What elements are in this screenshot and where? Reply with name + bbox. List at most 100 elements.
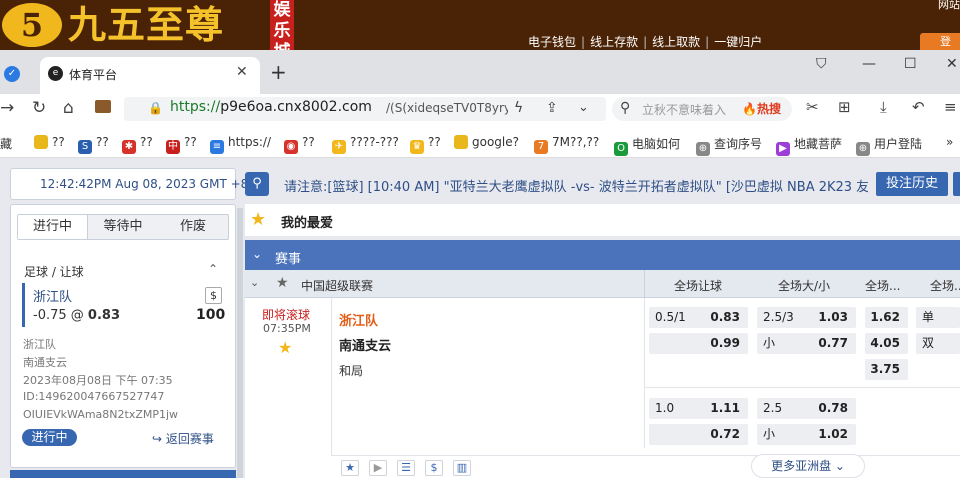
home-icon[interactable]: ⌂ bbox=[63, 98, 74, 118]
hot-search-badge[interactable]: 🔥热搜 bbox=[742, 100, 781, 117]
link-deposit[interactable]: 线上存款 bbox=[590, 35, 638, 49]
search-icon[interactable]: ⚲ bbox=[620, 100, 630, 116]
link-withdraw[interactable]: 线上取款 bbox=[652, 35, 700, 49]
odds-line: 2.5/3 bbox=[763, 310, 794, 324]
maximize-icon[interactable]: ☐ bbox=[904, 56, 917, 72]
column-divider bbox=[644, 270, 645, 298]
site-logo-icon[interactable]: 5 bbox=[2, 3, 62, 47]
browser-logo-icon[interactable]: ✓ bbox=[4, 66, 20, 82]
chevron-up-icon[interactable]: ⌃ bbox=[208, 262, 218, 276]
section-header[interactable] bbox=[245, 240, 960, 270]
next-header-button[interactable] bbox=[953, 172, 960, 196]
odds-cell-1x2[interactable]: 3.75 bbox=[865, 359, 908, 380]
menu-icon[interactable]: ≡ bbox=[944, 98, 957, 116]
bookmark-label: 电脑如何 bbox=[632, 137, 681, 151]
bookmark-item[interactable]: 中?? bbox=[166, 135, 197, 154]
star-icon[interactable]: ★ bbox=[341, 460, 359, 476]
bookmark-item[interactable]: O 电脑如何 bbox=[614, 135, 680, 156]
bookmark-label: ?? bbox=[428, 135, 441, 149]
odds-cell-handicap[interactable]: 1.0 1.11 bbox=[649, 398, 748, 419]
tab-title[interactable]: 体育平台 bbox=[69, 66, 117, 83]
url-text[interactable]: https://p9e6oa.cnx8002.com bbox=[170, 99, 372, 115]
chevron-down-icon[interactable]: ⌄ bbox=[578, 100, 589, 115]
star-icon[interactable]: ★ bbox=[278, 338, 292, 357]
tab-close-icon[interactable]: ✕ bbox=[236, 64, 248, 80]
bookmark-item[interactable]: ✈ ????-??? bbox=[332, 135, 399, 154]
dollar-icon[interactable]: $ bbox=[425, 460, 443, 476]
odds-value: 0.77 bbox=[818, 336, 848, 350]
bookmark-item[interactable]: google? bbox=[454, 135, 519, 149]
col-odd-even: 全场... bbox=[930, 279, 960, 293]
bookmark-item[interactable]: ⊕ 查询序号 bbox=[696, 135, 762, 156]
tab-void[interactable]: 作废 bbox=[158, 215, 228, 239]
bet-date: 2023年08月08日 下午 07:35 bbox=[23, 374, 173, 387]
bookmark-item[interactable]: ≡ https:// bbox=[210, 135, 271, 154]
chevron-down-icon[interactable]: ⌄ bbox=[252, 247, 262, 261]
close-window-icon[interactable]: ✕ bbox=[946, 56, 958, 72]
home-team: 浙江队 bbox=[339, 314, 379, 329]
odds-cell-odd-even[interactable]: 单 bbox=[916, 307, 960, 328]
minimize-icon[interactable]: — bbox=[862, 56, 876, 72]
notice-search-icon[interactable]: ⚲ bbox=[245, 172, 269, 196]
bookmark-label: 用户登陆 bbox=[874, 137, 923, 151]
scissors-icon[interactable]: ✂ bbox=[806, 98, 819, 116]
refresh-icon[interactable]: ↻ bbox=[32, 98, 46, 118]
more-asian-handicap-button[interactable]: 更多亚洲盘 ⌄ bbox=[751, 454, 865, 478]
bookmarks-more-icon[interactable]: » bbox=[946, 135, 953, 149]
divider bbox=[331, 298, 332, 478]
favorites-row[interactable] bbox=[245, 204, 960, 236]
draw-label: 和局 bbox=[339, 364, 364, 378]
odds-cell-over-under[interactable]: 2.5/3 1.03 bbox=[757, 307, 856, 328]
bet-line: -0.75 @ 0.83 bbox=[33, 308, 120, 323]
play-icon[interactable]: ▶ bbox=[369, 460, 387, 476]
notice-ticker[interactable]: 请注意:[篮球] [10:40 AM] "亚特兰大老鹰虚拟队 -vs- 波特兰开… bbox=[284, 176, 868, 195]
wallet-icon[interactable] bbox=[95, 100, 111, 113]
favorites-title[interactable]: 我的最爱 bbox=[281, 212, 333, 231]
site-corner-text[interactable]: 网站 bbox=[938, 0, 960, 12]
bookmark-item[interactable]: ▶ 地藏菩萨 bbox=[776, 135, 842, 156]
odds-cell-over-under[interactable]: 小 0.77 bbox=[757, 333, 856, 354]
download-icon[interactable]: ⤓ bbox=[880, 98, 887, 116]
odds-cell-1x2[interactable]: 1.62 bbox=[865, 307, 908, 328]
bet-history-button[interactable]: 投注历史 bbox=[876, 172, 948, 196]
link-one-click[interactable]: 一键归户 bbox=[714, 35, 762, 49]
bookmark-item[interactable]: ?? bbox=[34, 135, 65, 149]
odds-cell-handicap[interactable]: 0.72 bbox=[649, 424, 748, 445]
bookmark-item[interactable]: ◉?? bbox=[284, 135, 315, 154]
odds-cell-odd-even[interactable]: 双 bbox=[916, 333, 960, 354]
apps-icon[interactable]: ⊞ bbox=[838, 98, 851, 116]
list-icon[interactable]: ☰ bbox=[397, 460, 415, 476]
link-e-wallet[interactable]: 电子钱包 bbox=[528, 35, 576, 49]
site-logo-text[interactable]: 九五至尊 bbox=[68, 2, 224, 48]
undo-icon[interactable]: ↶ bbox=[912, 98, 925, 116]
bookmark-item[interactable]: S?? bbox=[78, 135, 109, 154]
star-icon[interactable]: ★ bbox=[276, 275, 289, 291]
odds-cell-handicap[interactable]: 0.99 bbox=[649, 333, 748, 354]
share-icon[interactable]: ⇪ bbox=[546, 100, 558, 116]
site-login-button[interactable]: 登 bbox=[920, 33, 960, 50]
back-to-event-link[interactable]: ↪ 返回赛事 bbox=[152, 430, 214, 447]
chevron-down-icon[interactable]: ⌄ bbox=[250, 276, 259, 289]
dollar-icon[interactable]: $ bbox=[205, 287, 222, 304]
lock-icon[interactable]: 🔒 bbox=[148, 101, 163, 115]
bookmark-item[interactable]: 7 7M??,?? bbox=[534, 135, 599, 154]
odds-cell-over-under[interactable]: 小 1.02 bbox=[757, 424, 856, 445]
scrollbar[interactable] bbox=[237, 208, 243, 478]
lightning-icon[interactable]: ϟ bbox=[514, 100, 523, 116]
bookmark-item[interactable]: ♛?? bbox=[410, 135, 441, 154]
url-host: p9e6oa.cnx8002.com bbox=[220, 99, 372, 115]
odds-value: 1.03 bbox=[818, 310, 848, 324]
odds-cell-1x2[interactable]: 4.05 bbox=[865, 333, 908, 354]
odds-cell-handicap[interactable]: 0.5/1 0.83 bbox=[649, 307, 748, 328]
shirt-icon[interactable]: ⛉ bbox=[816, 56, 827, 72]
bookmark-item[interactable]: 藏 bbox=[0, 135, 12, 152]
tab-waiting[interactable]: 等待中 bbox=[88, 215, 158, 239]
odds-cell-over-under[interactable]: 2.5 0.78 bbox=[757, 398, 856, 419]
tab-running[interactable]: 进行中 bbox=[18, 215, 88, 239]
live-label: 即将滚球 bbox=[262, 308, 311, 322]
forward-icon[interactable]: → bbox=[0, 98, 14, 118]
new-tab-icon[interactable]: + bbox=[270, 60, 287, 84]
chart-icon[interactable]: ▥ bbox=[453, 460, 471, 476]
bookmark-item[interactable]: ✱?? bbox=[122, 135, 153, 154]
bookmark-item[interactable]: ⊕ 用户登陆 bbox=[856, 135, 922, 156]
